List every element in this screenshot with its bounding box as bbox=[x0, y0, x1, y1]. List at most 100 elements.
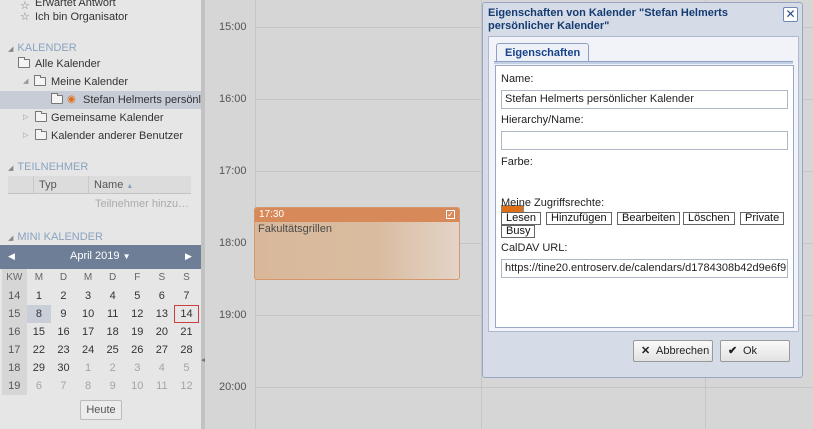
expand-icon[interactable]: ▷ bbox=[23, 109, 28, 127]
ok-label: Ok bbox=[743, 345, 758, 357]
day-cell[interactable]: 9 bbox=[51, 305, 76, 323]
day-cell[interactable]: 23 bbox=[51, 341, 76, 359]
day-cell[interactable]: 2 bbox=[51, 287, 76, 305]
day-cell[interactable]: 10 bbox=[76, 305, 101, 323]
section-title: TEILNEHMER bbox=[17, 161, 89, 173]
weekday-label: S bbox=[183, 272, 190, 283]
day-cell[interactable]: 30 bbox=[51, 359, 76, 377]
expand-icon[interactable]: ▷ bbox=[23, 127, 28, 145]
collapse-icon: ◢ bbox=[8, 235, 14, 242]
event-checkbox-icon[interactable]: ✓ bbox=[446, 210, 455, 219]
day-cell[interactable]: 12 bbox=[125, 305, 150, 323]
tree-label: Gemeinsame Kalender bbox=[51, 112, 164, 124]
week-number: 16 bbox=[2, 323, 27, 341]
column-name[interactable]: Name ▲ bbox=[88, 176, 191, 194]
week-row: 16 15 16 17 18 19 20 21 bbox=[2, 323, 199, 341]
collapse-icon: ◢ bbox=[8, 165, 14, 172]
day-cell[interactable]: 22 bbox=[27, 341, 52, 359]
mini-calendar-grid: KW M D M D F S S 14 1 2 3 4 5 6 7 15 8 9 10 11 12 13 14 16 15 16 17… bbox=[2, 269, 199, 395]
day-cell[interactable]: 27 bbox=[150, 341, 175, 359]
tab-properties[interactable]: Eigenschaften bbox=[496, 43, 590, 62]
week-row: 15 8 9 10 11 12 13 14 bbox=[2, 305, 199, 323]
mini-calendar-section-header[interactable]: ◢ MINI KALENDER bbox=[8, 229, 103, 245]
day-cell[interactable]: 10 bbox=[125, 377, 150, 395]
day-cell[interactable]: 7 bbox=[174, 287, 199, 305]
hour-label: 15:00 bbox=[219, 21, 247, 33]
day-cell[interactable]: 11 bbox=[150, 377, 175, 395]
right-private: Private bbox=[740, 212, 785, 225]
day-cell[interactable]: 3 bbox=[125, 359, 150, 377]
day-cell[interactable]: 14 bbox=[174, 305, 199, 323]
tree-item-personal-calendar[interactable]: ◉ Stefan Helmerts persönl bbox=[0, 91, 201, 109]
day-cell[interactable]: 8 bbox=[26, 305, 52, 323]
day-cell[interactable]: 1 bbox=[27, 287, 52, 305]
day-cell[interactable]: 8 bbox=[76, 377, 101, 395]
prev-month-icon[interactable]: ◀ bbox=[8, 251, 15, 262]
week-row: 19 6 7 8 9 10 11 12 bbox=[2, 377, 199, 395]
day-cell[interactable]: 1 bbox=[76, 359, 101, 377]
day-cell[interactable]: 5 bbox=[125, 287, 150, 305]
chevron-down-icon: ▼ bbox=[122, 252, 131, 261]
day-cell[interactable]: 4 bbox=[150, 359, 175, 377]
sidebar: ☆ Erwartet Antwort ☆ Ich bin Organisator… bbox=[0, 0, 201, 429]
day-cell[interactable]: 20 bbox=[150, 323, 175, 341]
day-cell[interactable]: 29 bbox=[27, 359, 52, 377]
day-cell[interactable]: 26 bbox=[125, 341, 150, 359]
participants-section-header[interactable]: ◢ TEILNEHMER bbox=[8, 159, 88, 175]
day-cell[interactable]: 5 bbox=[174, 359, 199, 377]
filter-organizer[interactable]: ☆ Ich bin Organisator bbox=[0, 8, 201, 26]
right-busy: Busy bbox=[501, 225, 536, 238]
caldav-url-field[interactable]: https://tine20.entroserv.de/calendars/d1… bbox=[501, 259, 788, 278]
calendar-properties-dialog: Eigenschaften von Kalender "Stefan Helme… bbox=[482, 2, 803, 378]
month-picker[interactable]: April 2019 ▼ bbox=[70, 250, 131, 262]
tree-item-my-calendars[interactable]: ◢ Meine Kalender bbox=[0, 73, 201, 91]
day-cell[interactable]: 12 bbox=[174, 377, 199, 395]
day-cell[interactable]: 15 bbox=[27, 323, 52, 341]
ok-button[interactable]: ✔ Ok bbox=[720, 340, 790, 362]
close-icon[interactable]: ✕ bbox=[783, 7, 798, 22]
mini-calendar-header: ◀ April 2019 ▼ ▶ bbox=[0, 245, 201, 269]
day-cell[interactable]: 17 bbox=[76, 323, 101, 341]
day-cell[interactable]: 19 bbox=[125, 323, 150, 341]
day-cell[interactable]: 25 bbox=[100, 341, 125, 359]
add-participant-input[interactable]: Teilnehmer hinzu… bbox=[95, 198, 189, 210]
day-cell[interactable]: 3 bbox=[76, 287, 101, 305]
tree-item-all-calendars[interactable]: Alle Kalender bbox=[0, 55, 201, 73]
day-cell[interactable]: 6 bbox=[150, 287, 175, 305]
weekday-label: M bbox=[34, 272, 44, 283]
cancel-button[interactable]: ✕ Abbrechen bbox=[633, 340, 713, 362]
tree-item-other-users-calendars[interactable]: ▷ Kalender anderer Benutzer bbox=[0, 127, 201, 145]
collapse-icon[interactable]: ◢ bbox=[23, 73, 28, 91]
day-cell[interactable]: 24 bbox=[76, 341, 101, 359]
day-cell[interactable]: 16 bbox=[51, 323, 76, 341]
calendar-section-header[interactable]: ◢ KALENDER bbox=[8, 40, 77, 56]
day-cell[interactable]: 18 bbox=[100, 323, 125, 341]
day-cell[interactable]: 11 bbox=[100, 305, 125, 323]
column-type[interactable]: Typ bbox=[33, 176, 88, 194]
day-cell[interactable]: 2 bbox=[100, 359, 125, 377]
week-number-header: KW bbox=[2, 269, 27, 287]
day-cell[interactable]: 4 bbox=[100, 287, 125, 305]
day-cell[interactable]: 7 bbox=[51, 377, 76, 395]
star-icon: ☆ bbox=[20, 11, 30, 23]
tree-item-shared-calendars[interactable]: ▷ Gemeinsame Kalender bbox=[0, 109, 201, 127]
day-cell[interactable]: 9 bbox=[100, 377, 125, 395]
event-title: Fakultätsgrillen bbox=[258, 223, 332, 235]
day-cell[interactable]: 6 bbox=[27, 377, 52, 395]
day-cell[interactable]: 28 bbox=[174, 341, 199, 359]
folder-open-icon bbox=[18, 57, 30, 68]
sort-asc-icon: ▲ bbox=[126, 183, 134, 190]
column-name-label: Name bbox=[94, 179, 124, 191]
hour-line bbox=[255, 387, 813, 388]
hierarchy-field[interactable] bbox=[501, 131, 788, 150]
name-field[interactable]: Stefan Helmerts persönlicher Kalender bbox=[501, 90, 788, 109]
day-cell[interactable]: 13 bbox=[150, 305, 175, 323]
today-button[interactable]: Heute bbox=[80, 400, 122, 420]
calendar-event[interactable]: 17:30 ✓ Fakultätsgrillen bbox=[254, 207, 460, 280]
participants-grid-header: Typ Name ▲ bbox=[8, 176, 191, 194]
week-row: 14 1 2 3 4 5 6 7 bbox=[2, 287, 199, 305]
next-month-icon[interactable]: ▶ bbox=[185, 251, 192, 262]
weekday-label: D bbox=[59, 272, 68, 283]
day-cell[interactable]: 21 bbox=[174, 323, 199, 341]
calendar-color-dot-icon: ◉ bbox=[67, 94, 76, 105]
